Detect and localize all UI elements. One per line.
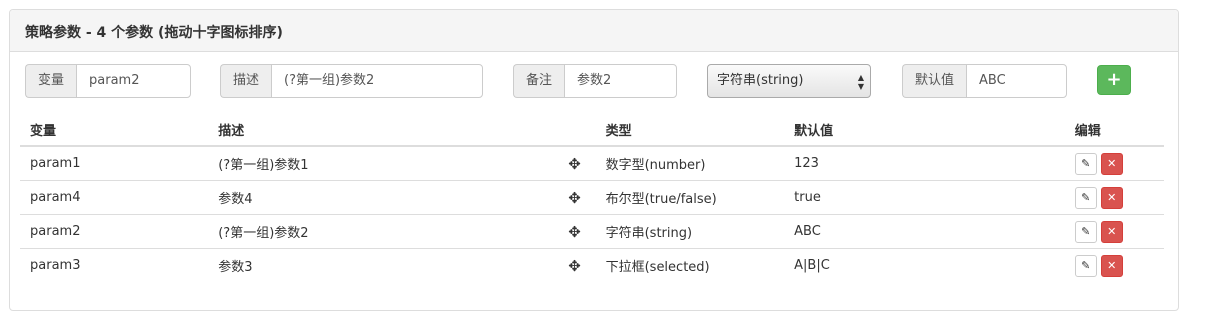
default-input[interactable]: ABC <box>966 64 1067 98</box>
header-variable: 变量 <box>20 114 209 147</box>
header-default: 默认值 <box>784 114 1065 147</box>
panel-title: 策略参数 - 4 个参数 (拖动十字图标排序) <box>10 10 1178 52</box>
type-select-value: 字符串(string) <box>717 73 804 88</box>
move-icon[interactable]: ✥ <box>564 223 586 241</box>
move-icon[interactable]: ✥ <box>564 189 586 207</box>
default-input-group: 默认值 ABC <box>902 64 1067 98</box>
table-row: param3 参数3 ✥ 下拉框(selected) A|B|C ✎ ✕ <box>20 248 1164 282</box>
edit-button[interactable]: ✎ <box>1074 254 1097 277</box>
add-param-button[interactable]: + <box>1097 65 1131 95</box>
table-row: param4 参数4 ✥ 布尔型(true/false) true ✎ ✕ <box>20 180 1164 215</box>
default-label: 默认值 <box>902 64 967 98</box>
variable-input-group: 变量 param2 <box>25 64 191 98</box>
variable-label: 变量 <box>25 64 77 98</box>
remark-label: 备注 <box>513 64 565 98</box>
remark-input-group: 备注 参数2 <box>513 64 677 98</box>
delete-button[interactable]: ✕ <box>1100 254 1123 277</box>
close-icon: ✕ <box>1107 258 1117 272</box>
pencil-icon: ✎ <box>1081 224 1091 238</box>
description-label: 描述 <box>220 64 272 98</box>
row-description: 参数3 <box>208 248 554 282</box>
row-description: (?第一组)参数2 <box>208 214 554 249</box>
row-variable: param3 <box>20 248 209 282</box>
table-row: param2 (?第一组)参数2 ✥ 字符串(string) ABC ✎ ✕ <box>20 214 1164 249</box>
delete-button[interactable]: ✕ <box>1100 220 1123 243</box>
row-default: ABC <box>784 214 1065 249</box>
row-variable: param4 <box>20 180 209 215</box>
row-type: 字符串(string) <box>595 214 785 249</box>
remark-input[interactable]: 参数2 <box>564 64 677 98</box>
edit-button[interactable]: ✎ <box>1074 220 1097 243</box>
close-icon: ✕ <box>1107 190 1117 204</box>
header-edit: 编辑 <box>1064 114 1164 147</box>
row-variable: param1 <box>20 145 209 181</box>
pencil-icon: ✎ <box>1081 258 1091 272</box>
row-description: 参数4 <box>208 180 554 215</box>
pencil-icon: ✎ <box>1081 190 1091 204</box>
row-default: true <box>784 180 1065 215</box>
delete-button[interactable]: ✕ <box>1100 152 1123 175</box>
edit-button[interactable]: ✎ <box>1074 186 1097 209</box>
edit-button[interactable]: ✎ <box>1074 152 1097 175</box>
header-move <box>553 114 596 147</box>
row-default: A|B|C <box>784 248 1065 282</box>
row-type: 布尔型(true/false) <box>595 180 785 215</box>
variable-input[interactable]: param2 <box>76 64 191 98</box>
header-description: 描述 <box>208 114 554 147</box>
row-variable: param2 <box>20 214 209 249</box>
move-icon[interactable]: ✥ <box>564 257 586 275</box>
pencil-icon: ✎ <box>1081 156 1091 170</box>
description-input[interactable]: (?第一组)参数2 <box>271 64 483 98</box>
type-select[interactable]: 字符串(string) ▲ ▼ <box>707 64 871 98</box>
header-type: 类型 <box>595 114 785 147</box>
row-description: (?第一组)参数1 <box>208 145 554 181</box>
delete-button[interactable]: ✕ <box>1100 186 1123 209</box>
close-icon: ✕ <box>1107 224 1117 238</box>
select-arrows-icon: ▲ ▼ <box>857 73 864 91</box>
close-icon: ✕ <box>1107 156 1117 170</box>
params-table: 变量 描述 类型 默认值 编辑 param1 (?第一组)参数1 ✥ 数字型(n… <box>20 114 1164 282</box>
table-header-row: 变量 描述 类型 默认值 编辑 <box>20 114 1164 147</box>
row-default: 123 <box>784 145 1065 181</box>
params-panel: 策略参数 - 4 个参数 (拖动十字图标排序) 变量 param2 描述 (?第… <box>9 9 1179 311</box>
table-row: param1 (?第一组)参数1 ✥ 数字型(number) 123 ✎ ✕ <box>20 145 1164 181</box>
row-type: 数字型(number) <box>595 145 785 181</box>
description-input-group: 描述 (?第一组)参数2 <box>220 64 483 98</box>
move-icon[interactable]: ✥ <box>564 155 586 173</box>
row-type: 下拉框(selected) <box>595 248 785 282</box>
